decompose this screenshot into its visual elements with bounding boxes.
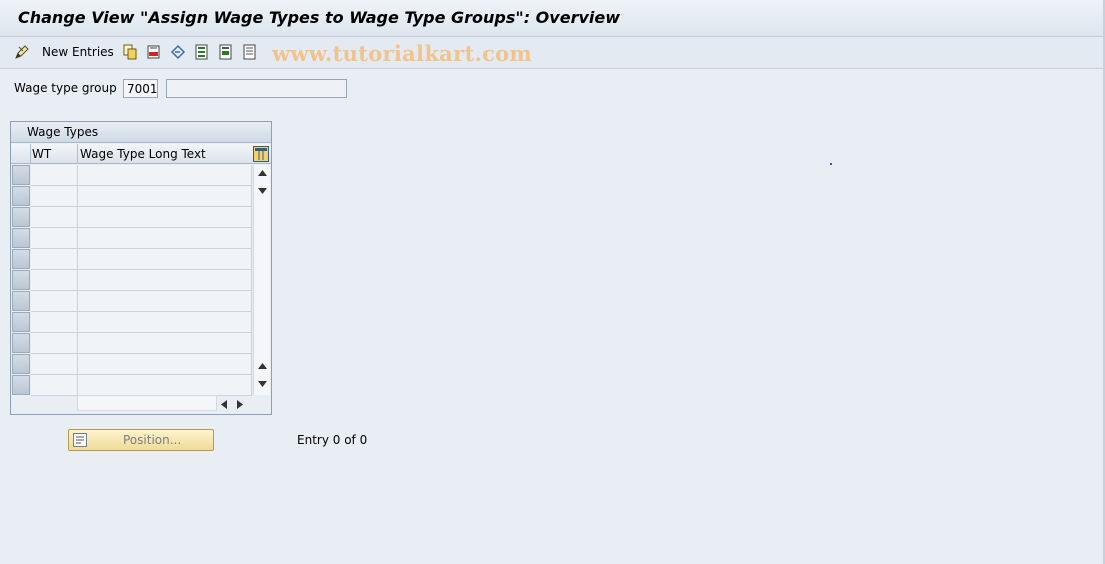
long-text-cell — [78, 249, 252, 270]
table-row — [11, 291, 252, 312]
table-title: Wage Types — [11, 122, 271, 143]
scroll-page-down-icon[interactable] — [254, 376, 271, 392]
position-icon — [73, 433, 87, 447]
wt-cell[interactable] — [31, 207, 78, 228]
table-row — [11, 186, 252, 207]
vertical-scrollbar[interactable] — [253, 165, 270, 395]
wt-cell[interactable] — [31, 354, 78, 375]
wt-cell[interactable] — [31, 312, 78, 333]
long-text-cell — [78, 228, 252, 249]
long-text-cell — [78, 186, 252, 207]
scroll-page-up-icon[interactable] — [254, 165, 271, 181]
column-settings-icon[interactable] — [253, 146, 269, 162]
long-text-cell — [78, 375, 252, 396]
table-row — [11, 375, 252, 396]
wt-cell[interactable] — [31, 375, 78, 396]
wt-cell[interactable] — [31, 165, 78, 186]
long-text-cell — [78, 270, 252, 291]
entry-count: Entry 0 of 0 — [297, 433, 368, 447]
table-row — [11, 354, 252, 375]
wt-cell[interactable] — [31, 249, 78, 270]
scroll-right-icon[interactable] — [233, 396, 247, 412]
row-selector[interactable] — [12, 354, 30, 374]
row-selector[interactable] — [12, 375, 30, 395]
long-text-cell — [78, 207, 252, 228]
scroll-up-icon[interactable] — [254, 358, 271, 374]
table-row — [11, 228, 252, 249]
long-text-cell — [78, 354, 252, 375]
scroll-left-icon[interactable] — [217, 396, 231, 412]
scroll-down-icon[interactable] — [254, 183, 271, 199]
stray-dot — [830, 163, 832, 165]
row-selector[interactable] — [12, 228, 30, 248]
table-row — [11, 270, 252, 291]
row-selector[interactable] — [12, 270, 30, 290]
select-all-icon[interactable] — [194, 44, 210, 60]
table-row — [11, 333, 252, 354]
row-selector[interactable] — [12, 291, 30, 311]
copy-icon[interactable] — [122, 44, 138, 60]
new-entries-button[interactable]: New Entries — [42, 45, 114, 59]
edit-pencil-icon[interactable] — [14, 44, 30, 60]
wt-cell[interactable] — [31, 186, 78, 207]
delete-icon[interactable] — [146, 44, 162, 60]
row-selector[interactable] — [12, 249, 30, 269]
wt-cell[interactable] — [31, 333, 78, 354]
table-header: WT Wage Type Long Text — [11, 144, 271, 164]
long-text-cell — [78, 312, 252, 333]
wage-type-group-label: Wage type group — [14, 81, 117, 95]
position-button[interactable]: Position... — [68, 429, 214, 451]
row-selector[interactable] — [12, 312, 30, 332]
table-row — [11, 312, 252, 333]
table-row — [11, 165, 252, 186]
select-block-icon[interactable] — [218, 44, 234, 60]
column-header-wt[interactable]: WT — [32, 147, 51, 161]
wage-type-group-text-field — [166, 79, 347, 98]
row-selector[interactable] — [12, 165, 30, 185]
row-selector[interactable] — [12, 333, 30, 353]
page-title: Change View "Assign Wage Types to Wage T… — [18, 8, 620, 27]
position-button-label: Position... — [123, 433, 182, 447]
wage-type-group-field[interactable]: 7001 — [123, 79, 158, 98]
undo-icon[interactable] — [170, 44, 186, 60]
column-header-long-text[interactable]: Wage Type Long Text — [80, 147, 206, 161]
deselect-all-icon[interactable] — [242, 44, 258, 60]
table-row — [11, 207, 252, 228]
wt-cell[interactable] — [31, 228, 78, 249]
long-text-cell — [78, 165, 252, 186]
wt-cell[interactable] — [31, 270, 78, 291]
long-text-cell — [78, 333, 252, 354]
wt-cell[interactable] — [31, 291, 78, 312]
watermark: www.tutorialkart.com — [272, 41, 532, 66]
application-toolbar: New Entries www.tutorialkart.com — [0, 37, 1105, 69]
table-row — [11, 249, 252, 270]
horizontal-scrollbar[interactable] — [77, 395, 217, 411]
wage-types-table: Wage Types WT Wage Type Long Text — [10, 121, 272, 415]
row-selector[interactable] — [12, 207, 30, 227]
row-selector[interactable] — [12, 186, 30, 206]
long-text-cell — [78, 291, 252, 312]
title-bar: Change View "Assign Wage Types to Wage T… — [0, 0, 1105, 37]
